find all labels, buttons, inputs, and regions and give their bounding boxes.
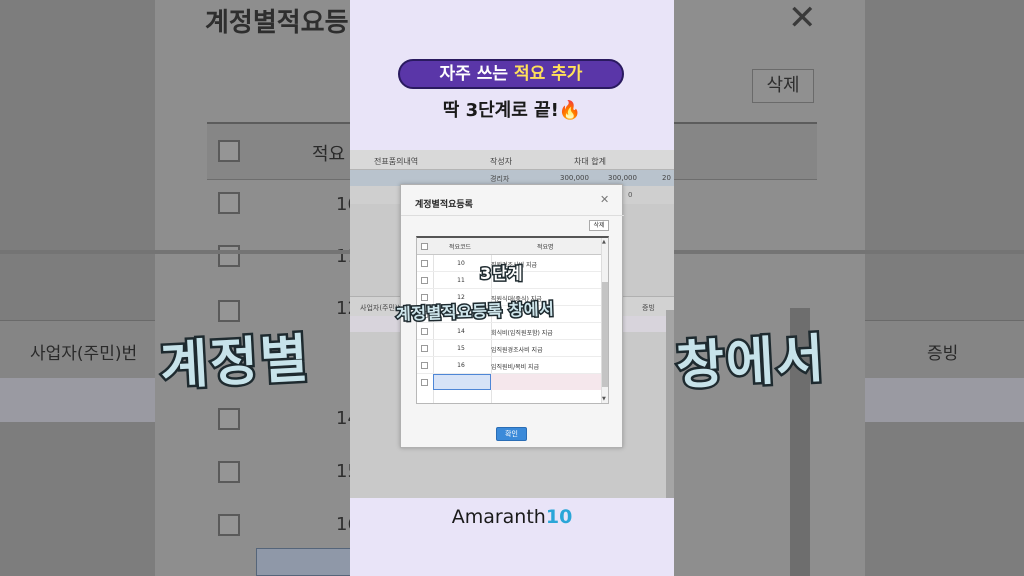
banner-highlight: 적요 추가 [513, 64, 583, 84]
grid-header: 적요코드 적요명 [417, 238, 601, 255]
row-name: 임직원경조사비 지급 [491, 347, 543, 354]
row-checkbox[interactable] [421, 260, 428, 267]
screen-col: 차대 합계 [574, 157, 606, 166]
background-right-label: 증빙 [927, 344, 959, 364]
row-code: 11 [457, 277, 465, 284]
banner-prefix: 자주 쓰는 [439, 64, 514, 84]
background-row-checkbox[interactable] [218, 461, 240, 483]
scroll-up-icon[interactable]: ▲ [602, 239, 606, 245]
grid-row[interactable]: 14 회식비(임직원포함) 지급 [417, 323, 601, 340]
screen-lower-right: 증빙 [642, 304, 655, 312]
new-row-checkbox[interactable] [421, 379, 428, 386]
grid-row[interactable]: 15 임직원경조사비 지급 [417, 340, 601, 357]
row-checkbox[interactable] [421, 362, 428, 369]
confirm-button[interactable]: 확인 [496, 427, 527, 441]
background-left-label: 사업자(주민)번 [30, 344, 138, 364]
grid-scroll-thumb[interactable] [602, 282, 608, 387]
background-row-checkbox[interactable] [218, 408, 240, 430]
background-col-summary: 적요 [312, 144, 346, 165]
row-code: 15 [457, 345, 465, 352]
background-title: 계정별적요등 [205, 8, 349, 38]
scroll-down-icon[interactable]: ▼ [602, 396, 606, 402]
row-code: 16 [457, 362, 465, 369]
new-code-input[interactable] [433, 374, 491, 390]
select-all-checkbox[interactable] [421, 243, 428, 250]
subtitle-text: 딱 3단계로 끝! [442, 100, 559, 121]
logo-text: Amaranth [451, 506, 546, 528]
screen-scrollbar[interactable] [666, 310, 674, 498]
background-row-checkbox[interactable] [218, 245, 240, 267]
new-name-input[interactable] [491, 374, 601, 390]
background-delete-button[interactable]: 삭제 [752, 69, 814, 103]
close-icon[interactable]: ✕ [788, 0, 817, 38]
screen-table-header: 전표품의내역 작성자 차대 합계 [350, 150, 674, 170]
background-row-checkbox[interactable] [218, 514, 240, 536]
close-icon[interactable]: ✕ [600, 193, 609, 206]
brand-logo: Amaranth10 [350, 506, 674, 528]
grid-row[interactable]: 16 임직원비/복비 지급 [417, 357, 601, 374]
row-checkbox[interactable] [421, 328, 428, 335]
promo-subtitle: 딱 3단계로 끝!🔥 [350, 96, 674, 122]
step-label: 3단계 [479, 263, 525, 285]
background-right-band [865, 378, 1024, 422]
background-left-header: 사업자(주민)번 [0, 320, 155, 378]
app-screenshot: 전표품의내역 작성자 차대 합계 경리자 300,000 300,000 20 … [350, 150, 674, 498]
background-right-header: 증빙 [865, 320, 1024, 378]
dialog-divider [401, 215, 624, 216]
screen-cell: 경리자 [490, 175, 510, 183]
col-code: 적요코드 [449, 244, 472, 251]
screen-cell: 20 [662, 174, 671, 182]
row-name: 임직원비/복비 지급 [491, 364, 540, 371]
screen-cell: 300,000 [608, 174, 637, 182]
promo-banner: 자주 쓰는 적요 추가 [398, 59, 624, 89]
overlay-caption-right: 창에서 [672, 327, 829, 400]
row-code: 14 [457, 328, 465, 335]
row-checkbox[interactable] [421, 345, 428, 352]
fire-icon: 🔥 [558, 100, 582, 121]
row-code: 10 [457, 260, 465, 267]
background-row-checkbox[interactable] [218, 192, 240, 214]
background-selected-cell [256, 548, 356, 576]
row-checkbox[interactable] [421, 277, 428, 284]
screen-col: 작성자 [490, 157, 513, 166]
background-left-band [0, 378, 155, 422]
background-row-checkbox[interactable] [218, 300, 240, 322]
delete-button[interactable]: 삭제 [589, 220, 609, 231]
row-name: 회식비(임직원포함) 지급 [491, 330, 553, 337]
screen-cell: 0 [628, 191, 633, 199]
shorts-frame: 자주 쓰는 적요 추가 딱 3단계로 끝!🔥 전표품의내역 작성자 차대 합계 … [350, 0, 674, 576]
logo-number: 10 [545, 506, 573, 528]
overlay-caption-left: 계정별 [156, 327, 313, 400]
col-name: 적요명 [537, 244, 554, 251]
screen-cell: 300,000 [560, 174, 589, 182]
background-header-checkbox[interactable] [218, 140, 240, 162]
screen-col: 전표품의내역 [374, 157, 419, 166]
dialog-title: 계정별적요등록 [415, 200, 473, 210]
